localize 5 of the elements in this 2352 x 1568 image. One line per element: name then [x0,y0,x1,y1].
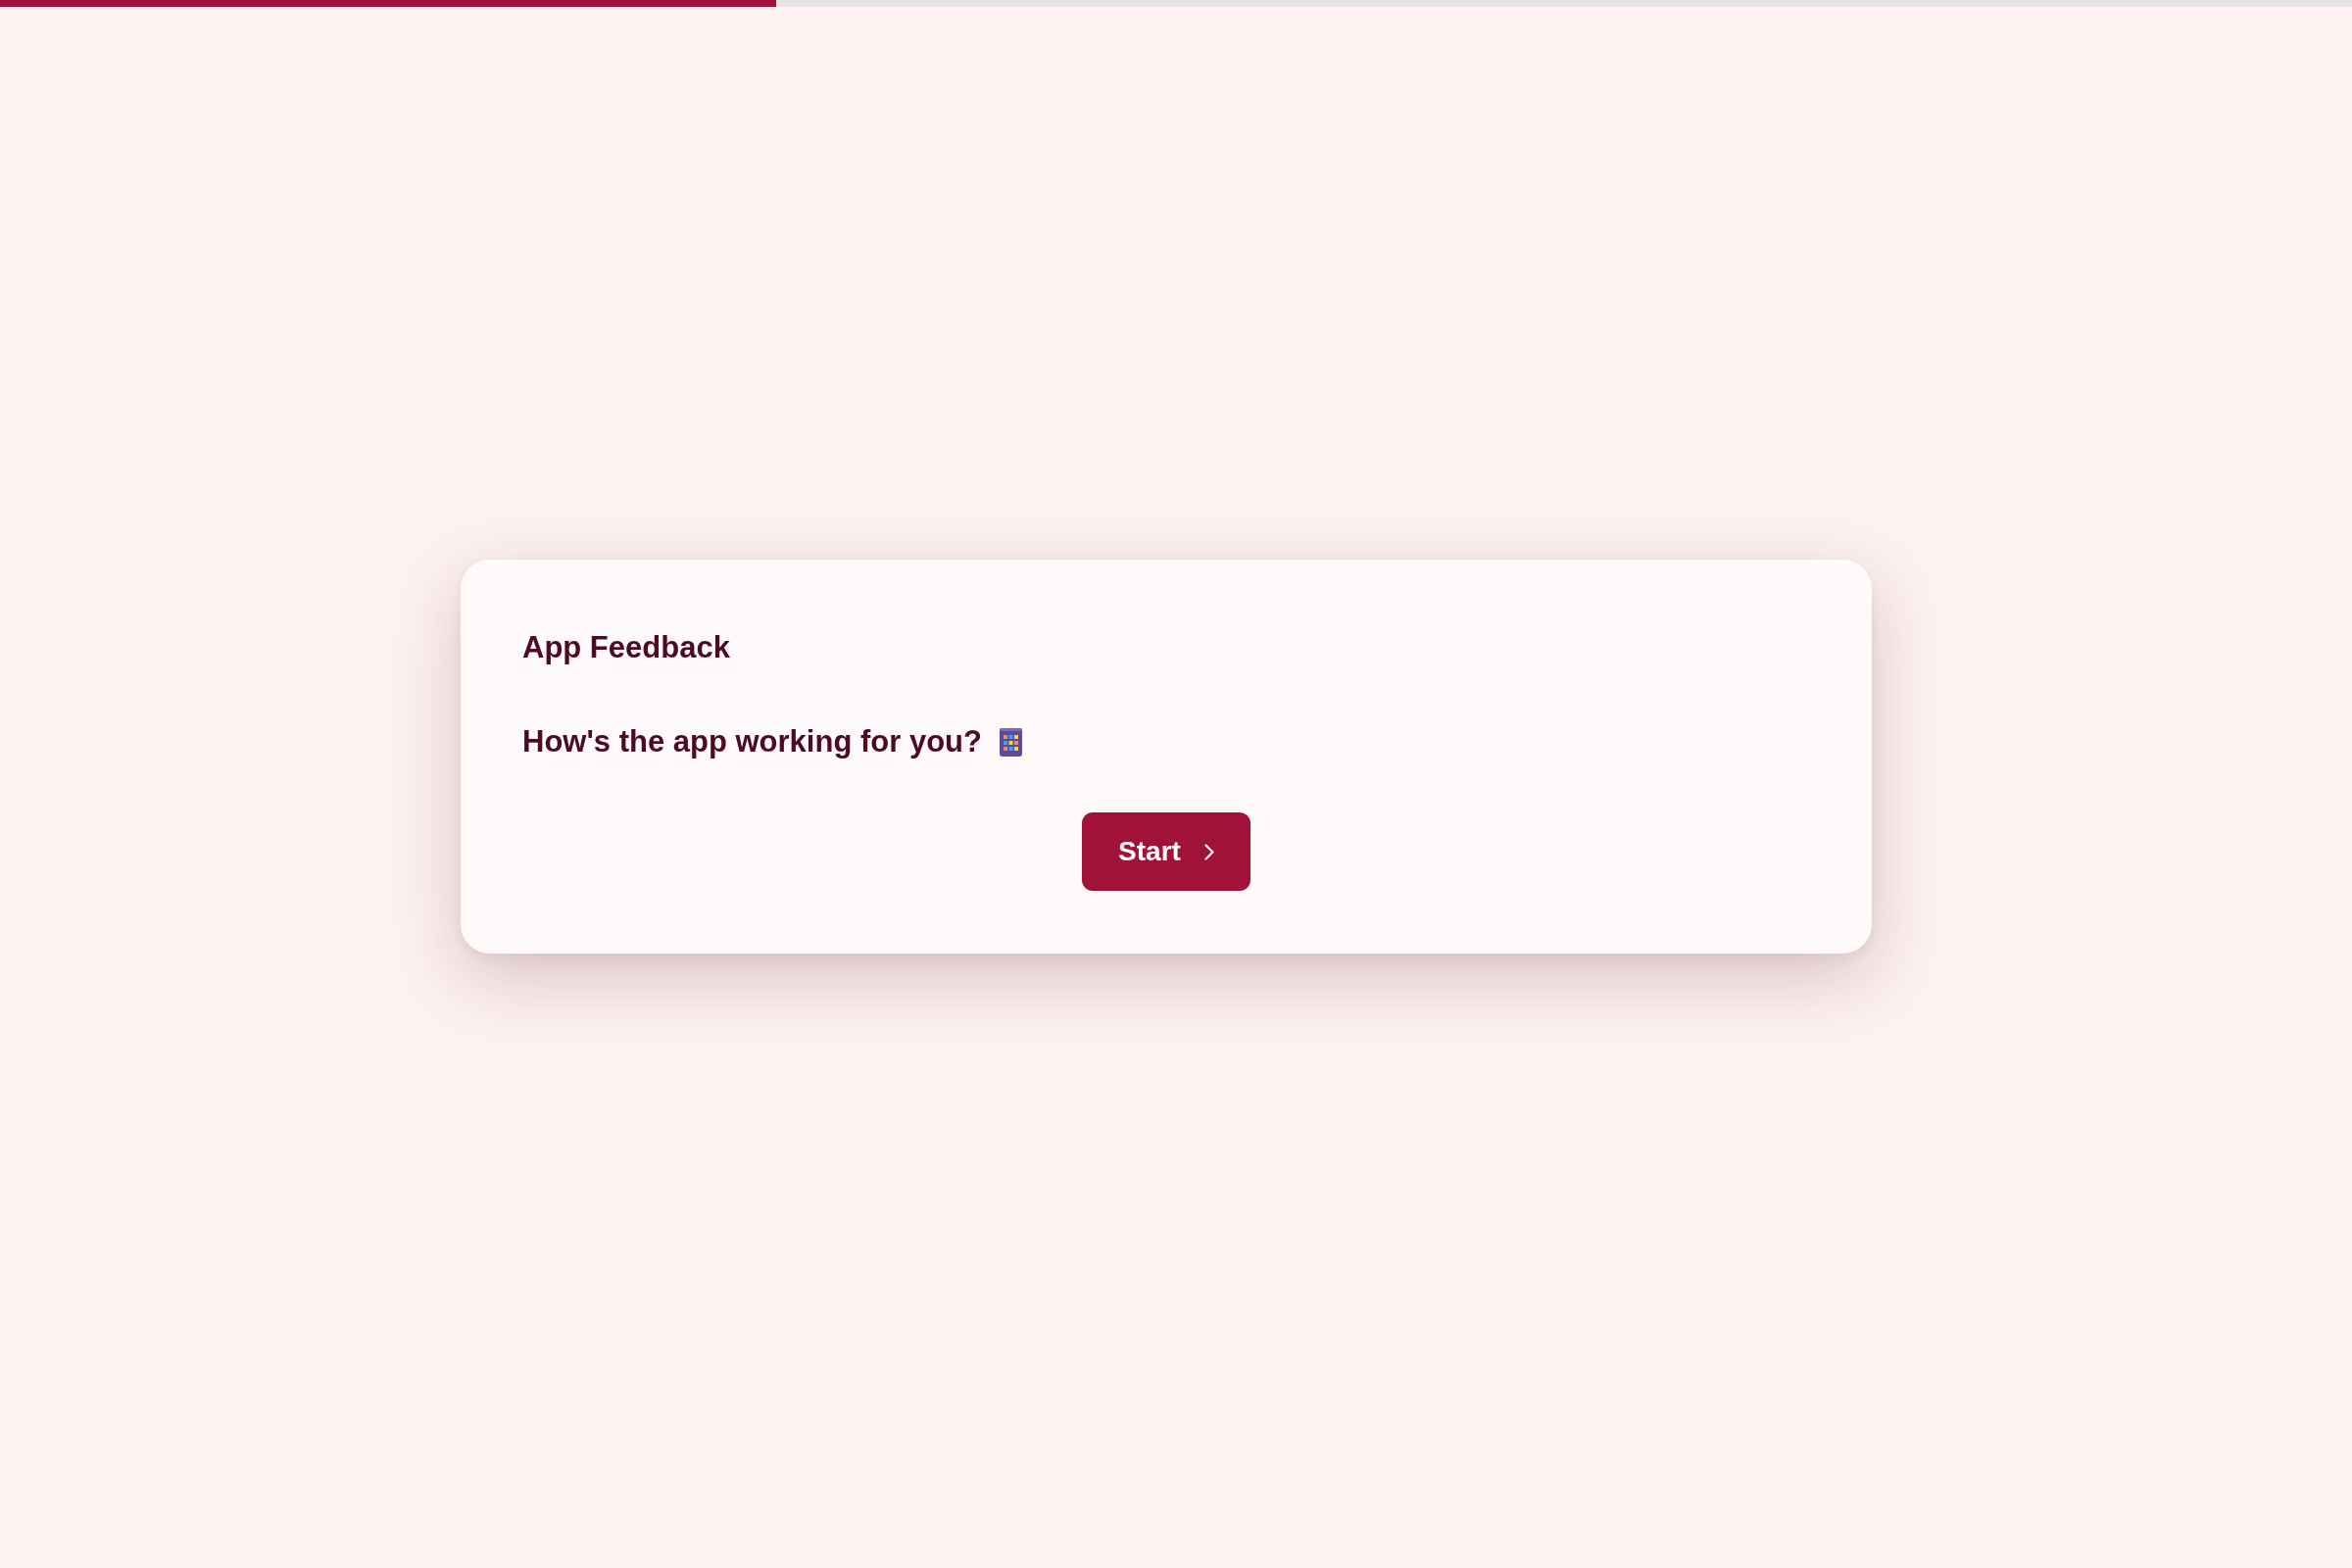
card-title: App Feedback [522,629,730,666]
question-text: How's the app working for you? [522,723,982,760]
start-button[interactable]: Start [1082,812,1250,891]
chevron-right-icon [1203,843,1214,860]
app-grid-device-icon [999,727,1022,757]
